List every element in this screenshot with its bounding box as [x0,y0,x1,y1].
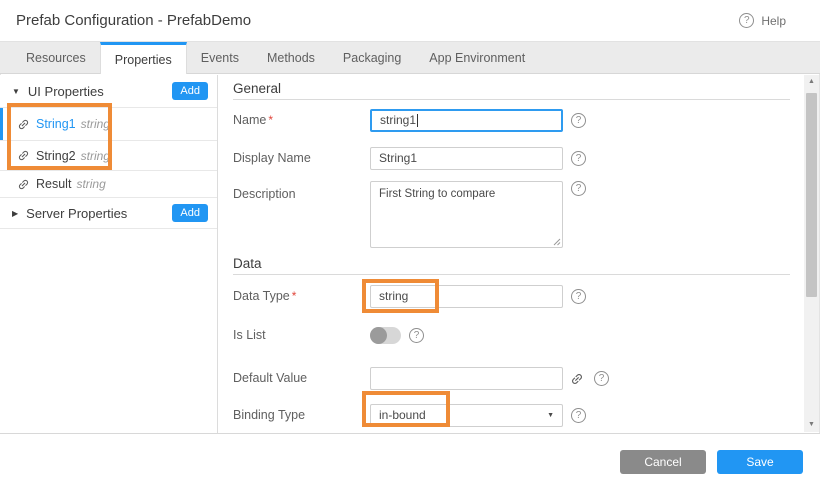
data-type-input[interactable]: string [370,285,563,308]
tab-events[interactable]: Events [187,42,253,73]
dialog-title: Prefab Configuration - PrefabDemo [16,12,251,29]
add-server-property-button[interactable]: Add [172,204,208,222]
toggle-knob [370,327,387,344]
binding-type-select[interactable]: in-bound ▼ [370,404,563,427]
properties-sidebar: ▼ UI Properties Add String1 string Strin… [0,75,218,433]
property-name: String2 [36,149,76,163]
cancel-button[interactable]: Cancel [620,450,706,474]
description-textarea[interactable]: First String to compare [370,181,563,248]
display-name-input[interactable]: String1 [370,147,563,170]
dropdown-arrow-icon: ▼ [547,405,554,426]
save-button[interactable]: Save [717,450,803,474]
link-icon [14,115,32,133]
vertical-scrollbar[interactable]: ▲ ▼ [804,75,819,432]
property-name: String1 [36,117,76,131]
tab-properties[interactable]: Properties [100,42,187,74]
server-properties-label: Server Properties [26,206,127,221]
is-list-help-icon[interactable]: ? [409,328,424,343]
tab-bar: Resources Properties Events Methods Pack… [0,42,820,74]
tab-resources[interactable]: Resources [12,42,100,73]
scroll-down-icon[interactable]: ▼ [804,418,819,432]
help-button[interactable]: ? Help [739,13,786,28]
caret-right-icon: ▶ [12,209,18,218]
dialog-footer: Cancel Save [0,433,820,490]
link-icon [14,175,32,193]
add-ui-property-button[interactable]: Add [172,82,208,100]
text-cursor [417,114,418,127]
help-icon: ? [739,13,754,28]
resize-handle[interactable] [553,238,561,246]
scroll-up-icon[interactable]: ▲ [804,75,819,89]
property-form: General Name* string1 ? Display Name Str… [219,75,804,433]
required-asterisk: * [292,289,297,303]
name-help-icon[interactable]: ? [571,113,586,128]
is-list-label: Is List [233,324,370,347]
tab-packaging[interactable]: Packaging [329,42,415,73]
name-label: Name* [233,109,370,132]
default-value-input[interactable] [370,367,563,390]
sidebar-item-string2[interactable]: String2 string [0,141,217,171]
ui-properties-label: UI Properties [28,84,104,99]
display-name-help-icon[interactable]: ? [571,151,586,166]
server-properties-header[interactable]: ▶ Server Properties Add [0,198,217,229]
default-value-help-icon[interactable]: ? [594,371,609,386]
binding-type-label: Binding Type [233,404,370,427]
binding-type-help-icon[interactable]: ? [571,408,586,423]
property-type: string [76,177,105,191]
ui-properties-header[interactable]: ▼ UI Properties Add [0,75,217,108]
display-name-label: Display Name [233,147,370,170]
tab-app-environment[interactable]: App Environment [415,42,539,73]
tab-methods[interactable]: Methods [253,42,329,73]
description-help-icon[interactable]: ? [571,181,586,196]
name-input[interactable]: string1 [370,109,563,132]
sidebar-item-result[interactable]: Result string [0,171,217,198]
is-list-toggle[interactable] [370,327,401,344]
property-name: Result [36,177,71,191]
property-type: string [81,117,110,131]
help-label: Help [761,14,786,28]
title-bar: Prefab Configuration - PrefabDemo ? Help [0,0,820,42]
general-section-heading: General [233,82,790,100]
caret-down-icon: ▼ [12,87,20,96]
scrollbar-thumb[interactable] [806,93,817,297]
required-asterisk: * [268,113,273,127]
bind-link-icon[interactable] [567,369,587,389]
data-type-label: Data Type* [233,285,370,308]
default-value-label: Default Value [233,367,370,390]
sidebar-item-string1[interactable]: String1 string [0,108,217,141]
description-label: Description [233,181,370,201]
link-icon [14,146,32,164]
data-type-help-icon[interactable]: ? [571,289,586,304]
property-type: string [81,149,110,163]
data-section-heading: Data [233,257,790,275]
